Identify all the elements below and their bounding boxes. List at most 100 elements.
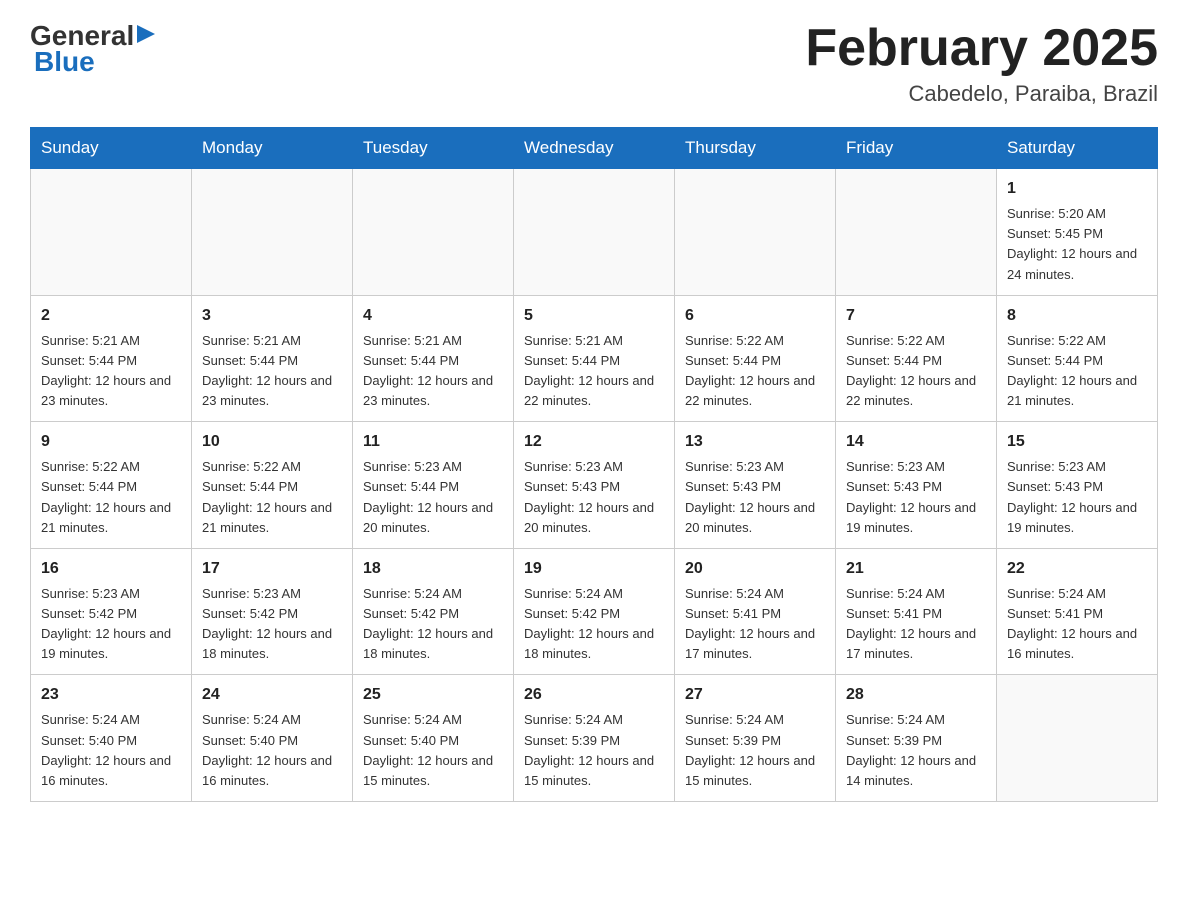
table-row: 13 Sunrise: 5:23 AM Sunset: 5:43 PM Dayli… [675, 422, 836, 549]
table-row: 14 Sunrise: 5:23 AM Sunset: 5:43 PM Dayli… [836, 422, 997, 549]
table-row [353, 169, 514, 296]
table-row: 22 Sunrise: 5:24 AM Sunset: 5:41 PM Dayli… [997, 548, 1158, 675]
table-row: 19 Sunrise: 5:24 AM Sunset: 5:42 PM Dayli… [514, 548, 675, 675]
table-row: 16 Sunrise: 5:23 AM Sunset: 5:42 PM Dayli… [31, 548, 192, 675]
day-info: Sunrise: 5:21 AM Sunset: 5:44 PM Dayligh… [41, 331, 181, 412]
calendar-header-row: Sunday Monday Tuesday Wednesday Thursday… [31, 128, 1158, 169]
calendar-week-row: 23 Sunrise: 5:24 AM Sunset: 5:40 PM Dayli… [31, 675, 1158, 802]
col-sunday: Sunday [31, 128, 192, 169]
day-number: 19 [524, 557, 664, 581]
table-row: 12 Sunrise: 5:23 AM Sunset: 5:43 PM Dayli… [514, 422, 675, 549]
day-info: Sunrise: 5:23 AM Sunset: 5:43 PM Dayligh… [524, 457, 664, 538]
table-row: 20 Sunrise: 5:24 AM Sunset: 5:41 PM Dayli… [675, 548, 836, 675]
col-wednesday: Wednesday [514, 128, 675, 169]
table-row: 11 Sunrise: 5:23 AM Sunset: 5:44 PM Dayli… [353, 422, 514, 549]
day-info: Sunrise: 5:23 AM Sunset: 5:43 PM Dayligh… [1007, 457, 1147, 538]
table-row: 10 Sunrise: 5:22 AM Sunset: 5:44 PM Dayli… [192, 422, 353, 549]
day-number: 15 [1007, 430, 1147, 454]
day-info: Sunrise: 5:23 AM Sunset: 5:43 PM Dayligh… [685, 457, 825, 538]
day-number: 2 [41, 304, 181, 328]
day-number: 18 [363, 557, 503, 581]
table-row: 18 Sunrise: 5:24 AM Sunset: 5:42 PM Dayli… [353, 548, 514, 675]
title-block: February 2025 Cabedelo, Paraiba, Brazil [805, 20, 1158, 107]
month-title: February 2025 [805, 20, 1158, 77]
day-number: 12 [524, 430, 664, 454]
day-number: 4 [363, 304, 503, 328]
day-info: Sunrise: 5:24 AM Sunset: 5:40 PM Dayligh… [41, 710, 181, 791]
day-info: Sunrise: 5:24 AM Sunset: 5:39 PM Dayligh… [524, 710, 664, 791]
col-tuesday: Tuesday [353, 128, 514, 169]
day-number: 28 [846, 683, 986, 707]
day-number: 9 [41, 430, 181, 454]
logo-arrow-icon [135, 23, 157, 45]
day-info: Sunrise: 5:23 AM Sunset: 5:43 PM Dayligh… [846, 457, 986, 538]
day-info: Sunrise: 5:23 AM Sunset: 5:42 PM Dayligh… [41, 584, 181, 665]
table-row: 15 Sunrise: 5:23 AM Sunset: 5:43 PM Dayli… [997, 422, 1158, 549]
table-row: 28 Sunrise: 5:24 AM Sunset: 5:39 PM Dayli… [836, 675, 997, 802]
day-info: Sunrise: 5:22 AM Sunset: 5:44 PM Dayligh… [202, 457, 342, 538]
table-row [192, 169, 353, 296]
day-info: Sunrise: 5:24 AM Sunset: 5:39 PM Dayligh… [846, 710, 986, 791]
table-row: 6 Sunrise: 5:22 AM Sunset: 5:44 PM Daylig… [675, 295, 836, 422]
day-number: 25 [363, 683, 503, 707]
day-info: Sunrise: 5:24 AM Sunset: 5:39 PM Dayligh… [685, 710, 825, 791]
location-title: Cabedelo, Paraiba, Brazil [805, 81, 1158, 107]
day-info: Sunrise: 5:23 AM Sunset: 5:44 PM Dayligh… [363, 457, 503, 538]
day-number: 1 [1007, 177, 1147, 201]
day-number: 24 [202, 683, 342, 707]
table-row: 5 Sunrise: 5:21 AM Sunset: 5:44 PM Daylig… [514, 295, 675, 422]
table-row: 2 Sunrise: 5:21 AM Sunset: 5:44 PM Daylig… [31, 295, 192, 422]
day-info: Sunrise: 5:22 AM Sunset: 5:44 PM Dayligh… [1007, 331, 1147, 412]
calendar-week-row: 1Sunrise: 5:20 AM Sunset: 5:45 PM Daylig… [31, 169, 1158, 296]
table-row [514, 169, 675, 296]
day-number: 21 [846, 557, 986, 581]
table-row: 8 Sunrise: 5:22 AM Sunset: 5:44 PM Daylig… [997, 295, 1158, 422]
day-number: 13 [685, 430, 825, 454]
day-info: Sunrise: 5:22 AM Sunset: 5:44 PM Dayligh… [685, 331, 825, 412]
day-info: Sunrise: 5:24 AM Sunset: 5:42 PM Dayligh… [524, 584, 664, 665]
page-header: General Blue February 2025 Cabedelo, Par… [30, 20, 1158, 107]
day-number: 27 [685, 683, 825, 707]
calendar-week-row: 16 Sunrise: 5:23 AM Sunset: 5:42 PM Dayli… [31, 548, 1158, 675]
day-number: 10 [202, 430, 342, 454]
day-info: Sunrise: 5:24 AM Sunset: 5:40 PM Dayligh… [202, 710, 342, 791]
day-number: 5 [524, 304, 664, 328]
table-row: 24 Sunrise: 5:24 AM Sunset: 5:40 PM Dayli… [192, 675, 353, 802]
day-number: 23 [41, 683, 181, 707]
logo: General Blue [30, 20, 158, 78]
table-row: 1Sunrise: 5:20 AM Sunset: 5:45 PM Daylig… [997, 169, 1158, 296]
day-number: 14 [846, 430, 986, 454]
day-info: Sunrise: 5:24 AM Sunset: 5:41 PM Dayligh… [685, 584, 825, 665]
day-info: Sunrise: 5:21 AM Sunset: 5:44 PM Dayligh… [524, 331, 664, 412]
table-row: 23 Sunrise: 5:24 AM Sunset: 5:40 PM Dayli… [31, 675, 192, 802]
table-row: 9 Sunrise: 5:22 AM Sunset: 5:44 PM Daylig… [31, 422, 192, 549]
table-row: 4Sunrise: 5:21 AM Sunset: 5:44 PM Daylig… [353, 295, 514, 422]
table-row [997, 675, 1158, 802]
day-info: Sunrise: 5:22 AM Sunset: 5:44 PM Dayligh… [846, 331, 986, 412]
day-number: 11 [363, 430, 503, 454]
day-info: Sunrise: 5:23 AM Sunset: 5:42 PM Dayligh… [202, 584, 342, 665]
day-number: 16 [41, 557, 181, 581]
day-info: Sunrise: 5:24 AM Sunset: 5:42 PM Dayligh… [363, 584, 503, 665]
table-row [836, 169, 997, 296]
table-row: 3Sunrise: 5:21 AM Sunset: 5:44 PM Daylig… [192, 295, 353, 422]
table-row: 21 Sunrise: 5:24 AM Sunset: 5:41 PM Dayli… [836, 548, 997, 675]
day-number: 22 [1007, 557, 1147, 581]
day-info: Sunrise: 5:24 AM Sunset: 5:40 PM Dayligh… [363, 710, 503, 791]
day-number: 7 [846, 304, 986, 328]
table-row: 7 Sunrise: 5:22 AM Sunset: 5:44 PM Daylig… [836, 295, 997, 422]
day-info: Sunrise: 5:24 AM Sunset: 5:41 PM Dayligh… [1007, 584, 1147, 665]
col-thursday: Thursday [675, 128, 836, 169]
day-info: Sunrise: 5:24 AM Sunset: 5:41 PM Dayligh… [846, 584, 986, 665]
table-row: 26Sunrise: 5:24 AM Sunset: 5:39 PM Dayli… [514, 675, 675, 802]
day-number: 8 [1007, 304, 1147, 328]
day-info: Sunrise: 5:22 AM Sunset: 5:44 PM Dayligh… [41, 457, 181, 538]
day-number: 20 [685, 557, 825, 581]
day-number: 6 [685, 304, 825, 328]
table-row: 17Sunrise: 5:23 AM Sunset: 5:42 PM Dayli… [192, 548, 353, 675]
calendar-table: Sunday Monday Tuesday Wednesday Thursday… [30, 127, 1158, 802]
calendar-week-row: 2 Sunrise: 5:21 AM Sunset: 5:44 PM Daylig… [31, 295, 1158, 422]
col-friday: Friday [836, 128, 997, 169]
day-number: 3 [202, 304, 342, 328]
table-row [675, 169, 836, 296]
